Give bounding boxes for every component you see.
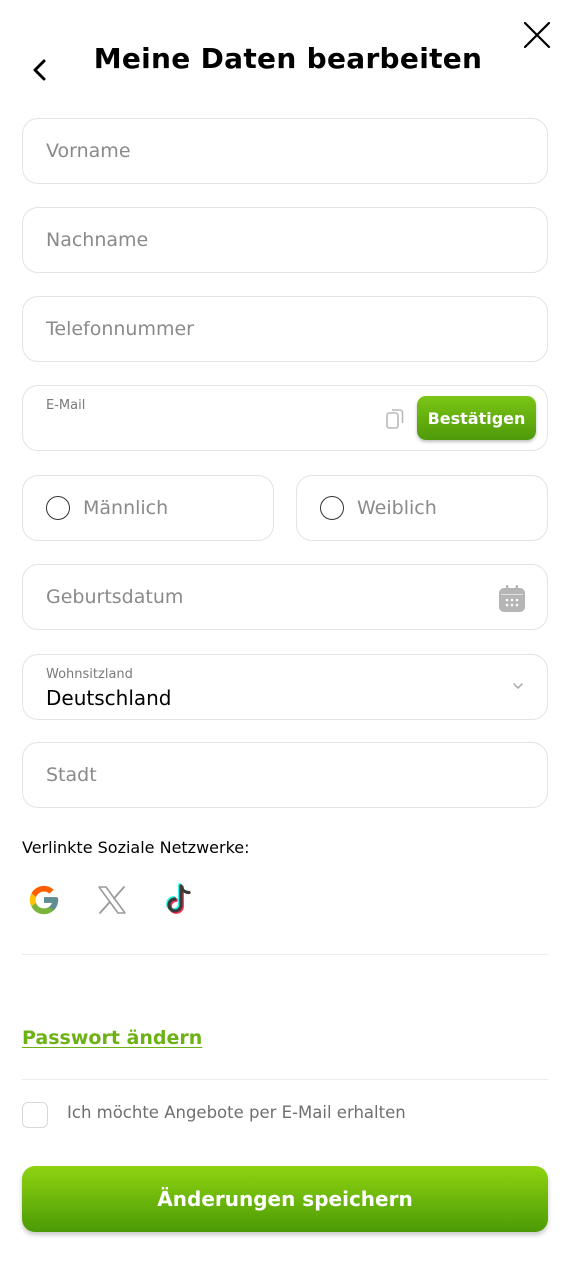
- phone-field[interactable]: Telefonnummer: [22, 296, 548, 362]
- email-field[interactable]: E-Mail Bestätigen: [22, 385, 548, 451]
- gender-male-option[interactable]: Männlich: [22, 475, 274, 541]
- copy-icon[interactable]: [386, 408, 404, 430]
- phone-placeholder: Telefonnummer: [46, 318, 194, 340]
- divider-top: [22, 954, 548, 955]
- x-icon[interactable]: [92, 880, 132, 920]
- last-name-field[interactable]: Nachname: [22, 207, 548, 273]
- change-password-link[interactable]: Passwort ändern: [22, 1027, 202, 1049]
- country-select[interactable]: Wohnsitzland Deutschland: [22, 654, 548, 720]
- chevron-left-icon: [33, 59, 46, 81]
- radio-circle-female[interactable]: [320, 496, 344, 520]
- close-icon: [523, 21, 551, 49]
- confirm-email-button[interactable]: Bestätigen: [417, 396, 536, 440]
- gender-male-label: Männlich: [83, 497, 169, 519]
- last-name-placeholder: Nachname: [46, 229, 149, 251]
- country-label: Wohnsitzland: [46, 667, 133, 682]
- chevron-down-icon: [513, 683, 523, 689]
- email-label: E-Mail: [46, 398, 86, 413]
- gender-female-option[interactable]: Weiblich: [296, 475, 548, 541]
- calendar-icon[interactable]: [499, 584, 525, 612]
- newsletter-checkbox[interactable]: [22, 1102, 48, 1128]
- back-button[interactable]: [22, 52, 58, 88]
- save-changes-button[interactable]: Änderungen speichern: [22, 1166, 548, 1232]
- gender-female-label: Weiblich: [357, 497, 437, 519]
- tiktok-icon[interactable]: [159, 880, 199, 920]
- newsletter-label: Ich möchte Angebote per E-Mail erhalten: [67, 1103, 406, 1122]
- first-name-field[interactable]: Vorname: [22, 118, 548, 184]
- city-placeholder: Stadt: [46, 764, 97, 786]
- google-icon[interactable]: [24, 880, 64, 920]
- social-networks-label: Verlinkte Soziale Netzwerke:: [22, 838, 250, 857]
- country-value: Deutschland: [46, 686, 172, 710]
- radio-circle-male[interactable]: [46, 496, 70, 520]
- birthdate-placeholder: Geburtsdatum: [46, 586, 184, 608]
- page-title: Meine Daten bearbeiten: [93, 42, 483, 75]
- birthdate-field[interactable]: Geburtsdatum: [22, 564, 548, 630]
- divider-bottom: [22, 1079, 548, 1080]
- city-field[interactable]: Stadt: [22, 742, 548, 808]
- close-button[interactable]: [516, 14, 558, 56]
- first-name-placeholder: Vorname: [46, 140, 131, 162]
